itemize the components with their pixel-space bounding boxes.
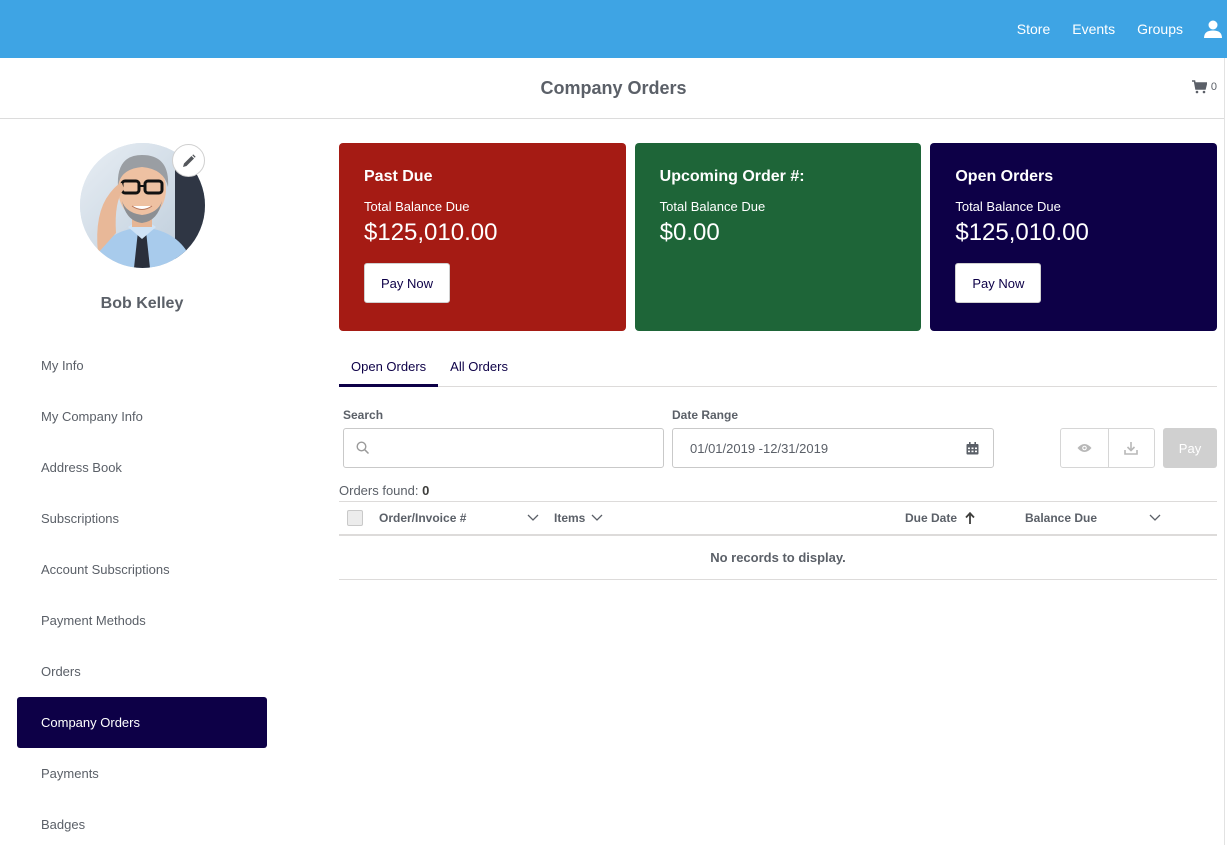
empty-state-message: No records to display. (339, 536, 1217, 580)
calendar-icon[interactable] (966, 441, 979, 455)
card-subtitle: Total Balance Due (659, 199, 766, 214)
nav-link-groups[interactable]: Groups (1137, 21, 1183, 37)
tab-all-orders[interactable]: All Orders (438, 347, 520, 387)
search-icon (356, 441, 370, 455)
search-label: Search (343, 408, 384, 422)
card-subtitle: Total Balance Due (364, 199, 470, 214)
sidebar-item-payment-methods[interactable]: Payment Methods (17, 595, 267, 646)
summary-cards: Past Due Total Balance Due $125,010.00 P… (339, 143, 1218, 331)
column-header-order-invoice[interactable]: Order/Invoice # (379, 502, 466, 534)
filters: Search Date Range 01/01/2019 -12/31/2019 (339, 408, 1217, 508)
sidebar-item-my-info[interactable]: My Info (17, 340, 267, 391)
chevron-down-icon (591, 514, 603, 521)
top-navigation-bar: Store Events Groups (0, 0, 1227, 58)
sidebar-item-subscriptions[interactable]: Subscriptions (17, 493, 267, 544)
sidebar-item-orders[interactable]: Orders (17, 646, 267, 697)
main-content: Past Due Total Balance Due $125,010.00 P… (339, 143, 1218, 580)
card-title: Open Orders (955, 168, 1054, 185)
account-nav: My Info My Company Info Address Book Sub… (17, 340, 267, 845)
balance-column-menu[interactable] (1149, 502, 1161, 534)
pay-now-button[interactable]: Pay Now (955, 263, 1042, 303)
upcoming-order-card: Upcoming Order #: Total Balance Due $0.0… (634, 143, 922, 331)
orders-found: Orders found: 0 (339, 483, 429, 498)
select-all-cell (347, 502, 363, 534)
tab-open-orders[interactable]: Open Orders (339, 347, 439, 387)
pay-now-button[interactable]: Pay Now (364, 263, 450, 303)
user-name: Bob Kelley (100, 295, 184, 312)
top-nav-links: Store Events Groups (1017, 0, 1227, 58)
edit-photo-button[interactable] (172, 144, 205, 177)
user-icon[interactable] (1203, 19, 1223, 39)
order-column-menu[interactable] (527, 502, 539, 534)
select-all-checkbox[interactable] (347, 510, 363, 526)
card-subtitle: Total Balance Due (955, 199, 1061, 214)
orders-found-count: 0 (422, 483, 430, 498)
sort-ascending-icon (965, 511, 975, 524)
cart-icon (1191, 80, 1207, 94)
nav-link-events[interactable]: Events (1072, 21, 1115, 37)
order-tabs: Open Orders All Orders (339, 347, 1217, 387)
eye-icon (1077, 444, 1092, 452)
sidebar-item-account-subscriptions[interactable]: Account Subscriptions (17, 544, 267, 595)
nav-link-store[interactable]: Store (1017, 21, 1050, 37)
download-icon (1124, 442, 1139, 455)
view-button[interactable] (1061, 429, 1108, 467)
cart-button[interactable]: 0 (1191, 80, 1217, 94)
column-header-balance-due[interactable]: Balance Due (1025, 502, 1097, 534)
action-button-group (1060, 428, 1155, 468)
date-range-input[interactable]: 01/01/2019 -12/31/2019 (672, 428, 994, 468)
download-button[interactable] (1107, 429, 1155, 467)
chevron-down-icon (527, 514, 539, 521)
date-range-value: 01/01/2019 -12/31/2019 (690, 440, 829, 456)
sidebar: Bob Kelley My Info My Company Info Addre… (0, 119, 300, 845)
card-amount: $0.00 (659, 219, 720, 246)
card-amount: $125,010.00 (364, 219, 498, 246)
date-range-label: Date Range (672, 408, 739, 422)
table-header: Order/Invoice # Items Due Date Balance D… (339, 502, 1217, 536)
pay-button[interactable]: Pay (1163, 428, 1217, 468)
sidebar-item-payments[interactable]: Payments (17, 748, 267, 799)
card-title: Past Due (364, 168, 433, 185)
due-date-header-label: Due Date (905, 511, 958, 525)
sidebar-item-company-orders[interactable]: Company Orders (17, 697, 267, 748)
column-header-items[interactable]: Items (554, 502, 603, 534)
open-orders-card: Open Orders Total Balance Due $125,010.0… (930, 143, 1218, 331)
past-due-card: Past Due Total Balance Due $125,010.00 P… (339, 143, 626, 331)
sidebar-item-my-company-info[interactable]: My Company Info (17, 391, 267, 442)
sidebar-item-address-book[interactable]: Address Book (17, 442, 267, 493)
card-title: Upcoming Order #: (659, 168, 805, 185)
page-header: Company Orders 0 (0, 58, 1227, 119)
cart-count: 0 (1210, 81, 1217, 93)
sidebar-item-badges[interactable]: Badges (17, 799, 267, 845)
column-header-due-date[interactable]: Due Date (905, 502, 975, 534)
search-input[interactable] (343, 428, 664, 468)
items-header-label: Items (554, 511, 586, 525)
orders-found-label: Orders found: (339, 483, 419, 498)
orders-table: Order/Invoice # Items Due Date Balance D… (339, 501, 1217, 580)
card-amount: $125,010.00 (955, 219, 1089, 246)
pencil-icon (182, 153, 196, 167)
chevron-down-icon (1149, 514, 1161, 521)
search-text-field[interactable] (378, 440, 663, 456)
page-title: Company Orders (540, 78, 687, 98)
